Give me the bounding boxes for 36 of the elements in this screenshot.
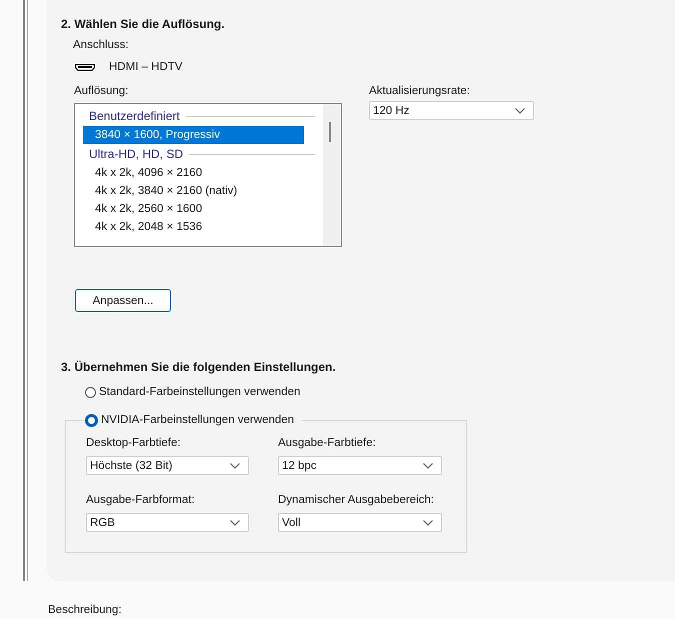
chevron-down-icon: [515, 108, 525, 114]
dropdown[interactable]: RGB: [86, 513, 249, 532]
description-label: Beschreibung:: [48, 604, 123, 616]
field-label: Desktop-Farbtiefe:: [86, 437, 182, 451]
resolution-option[interactable]: 3840 × 1600, Progressiv: [83, 126, 304, 144]
dropdown[interactable]: Voll: [278, 513, 442, 532]
radio-label[interactable]: NVIDIA-Farbeinstellungen verwenden: [101, 414, 294, 426]
resolution-option[interactable]: 4k x 2k, 4096 × 2160: [83, 164, 304, 182]
dropdown[interactable]: Höchste (32 Bit): [86, 456, 249, 475]
connector-label: Anschluss:: [73, 39, 130, 53]
resolution-option[interactable]: 4k x 2k, 3840 × 2160 (nativ): [83, 182, 304, 200]
scrollbar[interactable]: [323, 104, 341, 246]
section-heading: 2. Wählen Sie die Auflösung.: [61, 17, 226, 33]
hdmi-port-icon: [75, 64, 95, 70]
refresh-rate-dropdown[interactable]: 120 Hz: [369, 101, 534, 120]
resolution-list[interactable]: Benutzerdefiniert 3840 × 1600, Progressiv Ultra-HD, HD, SD 4k x 2k, 4096 × 2160 4k x 2k, 3840 × 2160 (nativ) 4k x 2k, 2560 × 1600 4k x 2k, 2048 × 1536: [74, 103, 342, 247]
chevron-down-icon: [230, 520, 240, 526]
list-group-header: Benutzerdefiniert: [89, 109, 180, 123]
resolution-label: Auflösung:: [74, 85, 130, 99]
dropdown[interactable]: 12 bpc: [278, 456, 442, 475]
customize-button[interactable]: Anpassen...: [75, 289, 171, 312]
connector-name: HDMI – HDTV: [109, 61, 182, 73]
chevron-down-icon: [423, 462, 433, 468]
section-heading: 3. Übernehmen Sie die folgenden Einstellungen.: [61, 360, 337, 376]
field-label: Dynamischer Ausgabebereich:: [278, 494, 435, 508]
field-label: Ausgabe-Farbtiefe:: [278, 437, 377, 451]
radio-label[interactable]: Standard-Farbeinstellungen verwenden: [99, 386, 300, 398]
radio-button[interactable]: [85, 386, 96, 398]
list-group-header: Ultra-HD, HD, SD: [89, 147, 184, 161]
resolution-option[interactable]: 4k x 2k, 2048 × 1536: [83, 218, 304, 236]
refresh-rate-label: Aktualisierungsrate:: [369, 85, 471, 99]
field-label: Ausgabe-Farbformat:: [86, 494, 196, 508]
chevron-down-icon: [230, 462, 240, 468]
resolution-option[interactable]: 4k x 2k, 2560 × 1600: [83, 200, 304, 218]
chevron-down-icon: [423, 520, 433, 526]
radio-button[interactable]: [85, 414, 98, 426]
